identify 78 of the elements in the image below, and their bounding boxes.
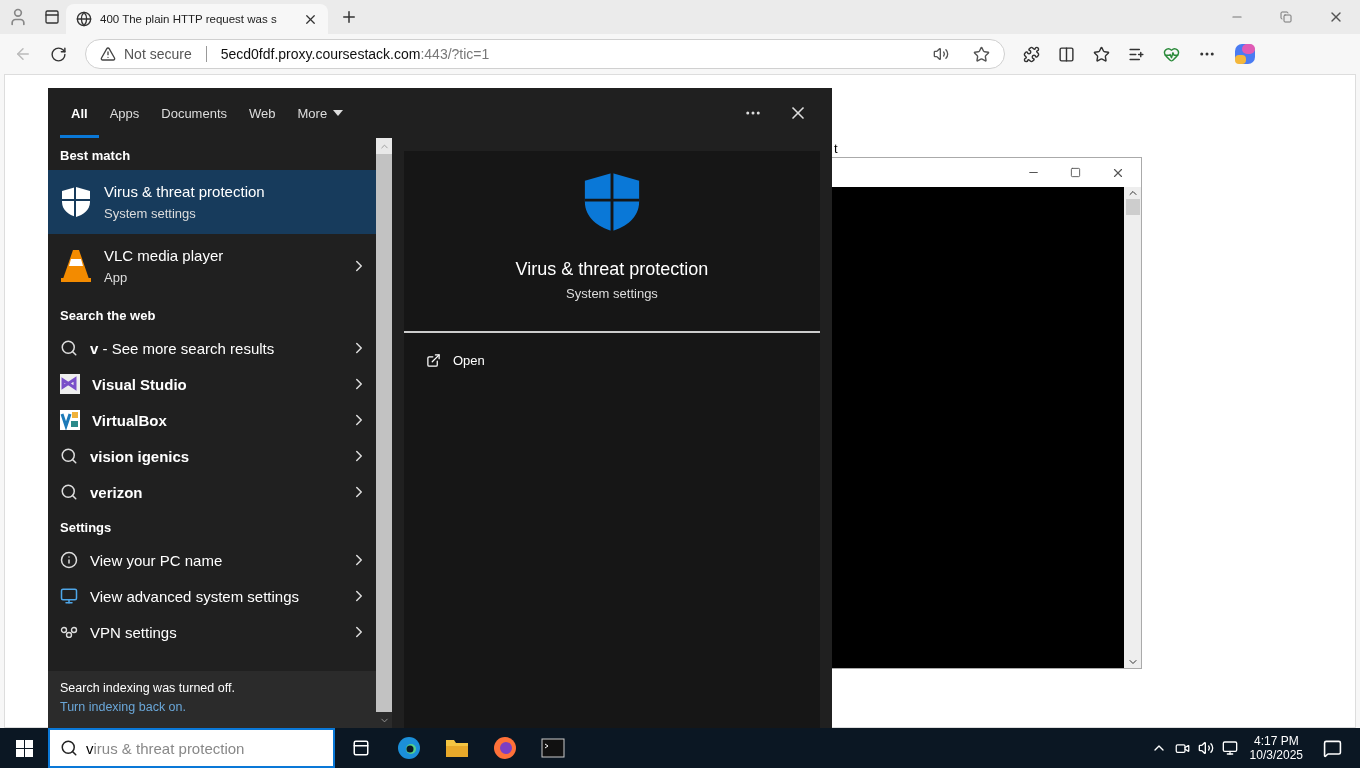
result-item[interactable]: View advanced system settings — [48, 578, 376, 614]
filter-tab[interactable]: Apps — [98, 88, 151, 138]
windows-icon — [15, 739, 33, 757]
security-label: Not secure — [124, 46, 192, 62]
monitor-icon — [60, 587, 78, 605]
tab-title: 400 The plain HTTP request was s — [100, 13, 278, 25]
volume-icon[interactable] — [1197, 740, 1214, 756]
notifications-icon[interactable] — [1323, 738, 1342, 758]
result-title: VLC media player — [104, 247, 225, 264]
preview-subtitle: System settings — [566, 286, 658, 301]
result-item[interactable]: v - See more search results — [48, 330, 376, 366]
vpn-icon — [60, 626, 78, 638]
search-icon — [60, 739, 78, 757]
network-icon[interactable] — [1221, 740, 1238, 756]
result-item[interactable]: VPN settings — [48, 614, 376, 650]
filter-tab[interactable]: More — [286, 88, 355, 138]
result-title: VirtualBox — [92, 411, 168, 429]
split-screen-icon[interactable] — [1058, 45, 1075, 63]
favorites-icon[interactable] — [1093, 45, 1110, 63]
result-title: Visual Studio — [92, 375, 188, 393]
result-item[interactable]: View your PC name — [48, 542, 376, 578]
app-icon — [60, 374, 80, 394]
globe-icon — [76, 11, 92, 27]
result-item[interactable]: Virus & threat protection System settings — [48, 170, 376, 234]
result-subtitle: App — [104, 270, 129, 285]
result-item[interactable]: Visual Studio — [48, 366, 376, 402]
reload-icon[interactable] — [50, 45, 67, 63]
filter-tab[interactable]: Web — [238, 88, 287, 138]
result-item[interactable]: vision igenics — [48, 438, 376, 474]
filter-tab[interactable]: Documents — [150, 88, 238, 138]
puzzle-icon[interactable] — [1023, 45, 1040, 63]
taskbar-search-field[interactable]: virus & threat protection — [48, 728, 335, 768]
shield-icon — [60, 186, 92, 218]
caret-icon — [333, 110, 344, 116]
section-heading: Best match — [59, 147, 132, 165]
url-text: 5ecd0fdf.proxy.coursestack.com:443/?tic=1 — [220, 46, 490, 62]
traffic-cone-icon — [60, 249, 92, 283]
section-heading: Search the web — [59, 307, 157, 325]
browser-tab[interactable]: 400 The plain HTTP request was s — [66, 4, 328, 34]
new-tab-icon[interactable] — [340, 8, 358, 26]
result-title: VPN settings — [90, 623, 178, 641]
result-subtitle: System settings — [104, 206, 197, 221]
scroll-thumb[interactable] — [1125, 199, 1140, 215]
scrollbar[interactable] — [1124, 187, 1141, 668]
scrollbar[interactable] — [376, 138, 392, 728]
search-icon — [60, 447, 78, 465]
profile-icon[interactable] — [8, 7, 28, 27]
filter-tab[interactable]: All — [60, 88, 99, 138]
result-title: View advanced system settings — [90, 587, 300, 605]
preview-title: Virus & threat protection — [515, 259, 709, 280]
result-item[interactable]: verizon — [48, 474, 376, 510]
health-icon[interactable] — [1163, 45, 1180, 63]
page-text: t — [834, 141, 838, 156]
warning-icon — [100, 46, 116, 62]
result-item[interactable]: VirtualBox — [48, 402, 376, 438]
app-icon — [60, 410, 80, 430]
open-action[interactable]: Open — [404, 333, 820, 388]
clock[interactable]: 4:17 PM 10/3/2025 — [1249, 734, 1303, 762]
search-text: virus & threat protection — [86, 739, 245, 757]
result-title: vision igenics — [90, 447, 191, 465]
result-item[interactable]: VLC media player App — [48, 234, 376, 298]
tab-actions-icon[interactable] — [44, 9, 60, 25]
result-title: Virus & threat protection — [104, 183, 266, 200]
maximize-icon[interactable] — [1070, 167, 1081, 178]
search-icon — [60, 339, 78, 357]
star-icon[interactable] — [973, 45, 990, 63]
external-link-icon — [426, 353, 441, 368]
indexing-message: Search indexing was turned off. — [60, 681, 236, 695]
indexing-link[interactable]: Turn indexing back on. — [60, 700, 364, 714]
result-title: v - See more search results — [90, 339, 276, 357]
result-title: verizon — [90, 483, 144, 501]
read-aloud-icon[interactable] — [933, 46, 949, 62]
address-bar[interactable]: Not secure 5ecd0fdf.proxy.coursestack.com:443/?tic=1 — [85, 39, 1005, 69]
info-icon — [60, 551, 78, 569]
search-icon — [60, 483, 78, 501]
section-heading: Settings — [59, 519, 113, 537]
restore-icon[interactable] — [1280, 11, 1292, 23]
result-title: View your PC name — [90, 551, 224, 569]
